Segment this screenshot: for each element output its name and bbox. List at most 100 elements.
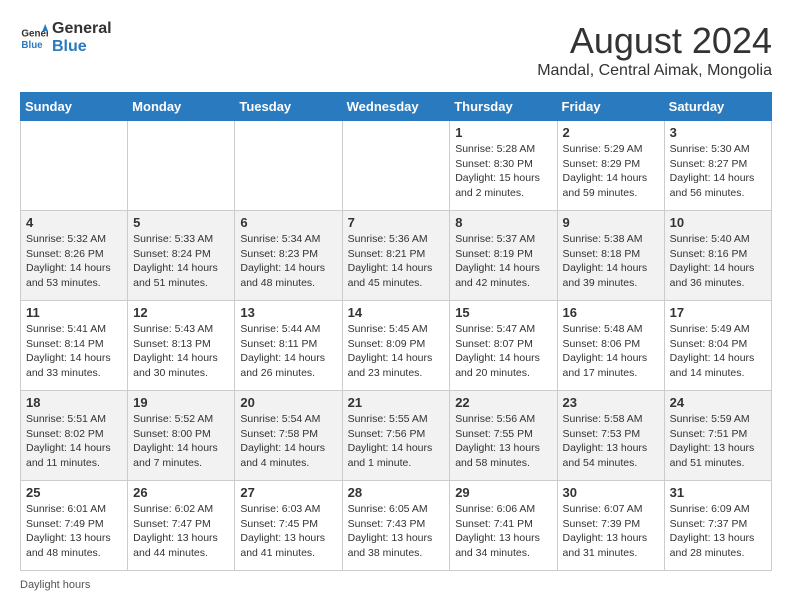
calendar-cell: 28 Sunrise: 6:05 AMSunset: 7:43 PMDayligh… <box>342 481 450 571</box>
calendar-cell: 17 Sunrise: 5:49 AMSunset: 8:04 PMDayligh… <box>664 301 771 391</box>
calendar-cell: 15 Sunrise: 5:47 AMSunset: 8:07 PMDayligh… <box>450 301 557 391</box>
day-number: 17 <box>670 305 766 320</box>
calendar-week-row: 4Sunrise: 5:32 AMSunset: 8:26 PMDaylight… <box>21 211 772 301</box>
calendar-cell: 19Sunrise: 5:52 AMSunset: 8:00 PMDayligh… <box>128 391 235 481</box>
day-info: Sunrise: 5:51 AMSunset: 8:02 PMDaylight:… <box>26 412 122 471</box>
day-info: Sunrise: 6:06 AMSunset: 7:41 PMDaylight:… <box>455 502 551 561</box>
logo-general: General <box>52 20 112 38</box>
calendar-cell: 5Sunrise: 5:33 AMSunset: 8:24 PMDaylight… <box>128 211 235 301</box>
calendar-cell: 9 Sunrise: 5:38 AMSunset: 8:18 PMDaylight… <box>557 211 664 301</box>
day-number: 21 <box>348 395 445 410</box>
calendar-cell: 4Sunrise: 5:32 AMSunset: 8:26 PMDaylight… <box>21 211 128 301</box>
day-info: Sunrise: 5:59 AMSunset: 7:51 PMDaylight:… <box>670 412 766 471</box>
calendar-cell: 13 Sunrise: 5:44 AMSunset: 8:11 PMDayligh… <box>235 301 342 391</box>
day-info: Sunrise: 6:09 AMSunset: 7:37 PMDaylight:… <box>670 502 766 561</box>
day-number: 8 <box>455 215 551 230</box>
calendar-cell: 2 Sunrise: 5:29 AMSunset: 8:29 PMDaylight… <box>557 121 664 211</box>
day-number: 29 <box>455 485 551 500</box>
day-number: 26 <box>133 485 229 500</box>
calendar-cell: 26Sunrise: 6:02 AMSunset: 7:47 PMDayligh… <box>128 481 235 571</box>
calendar-day-header: Sunday <box>21 93 128 121</box>
footer-label: Daylight hours <box>20 579 90 591</box>
calendar-cell: 22Sunrise: 5:56 AMSunset: 7:55 PMDayligh… <box>450 391 557 481</box>
logo-blue: Blue <box>52 38 112 56</box>
day-number: 13 <box>240 305 336 320</box>
calendar-cell: 10 Sunrise: 5:40 AMSunset: 8:16 PMDayligh… <box>664 211 771 301</box>
main-title: August 2024 <box>537 20 772 62</box>
day-number: 1 <box>455 125 551 140</box>
calendar-cell: 24 Sunrise: 5:59 AMSunset: 7:51 PMDayligh… <box>664 391 771 481</box>
day-info: Sunrise: 5:58 AMSunset: 7:53 PMDaylight:… <box>563 412 659 471</box>
day-number: 2 <box>563 125 659 140</box>
day-number: 3 <box>670 125 766 140</box>
day-number: 16 <box>563 305 659 320</box>
day-number: 4 <box>26 215 122 230</box>
calendar-cell <box>342 121 450 211</box>
day-number: 14 <box>348 305 445 320</box>
day-number: 11 <box>26 305 122 320</box>
day-number: 15 <box>455 305 551 320</box>
day-number: 10 <box>670 215 766 230</box>
calendar-week-row: 18 Sunrise: 5:51 AMSunset: 8:02 PMDayligh… <box>21 391 772 481</box>
header: General Blue General Blue August 2024 Ma… <box>20 20 772 80</box>
day-info: Sunrise: 6:05 AMSunset: 7:43 PMDaylight:… <box>348 502 445 561</box>
logo: General Blue General Blue <box>20 20 112 55</box>
calendar-cell: 20 Sunrise: 5:54 AMSunset: 7:58 PMDayligh… <box>235 391 342 481</box>
day-number: 18 <box>26 395 122 410</box>
day-info: Sunrise: 5:41 AMSunset: 8:14 PMDaylight:… <box>26 322 122 381</box>
day-number: 28 <box>348 485 445 500</box>
day-number: 5 <box>133 215 229 230</box>
day-info: Sunrise: 5:55 AMSunset: 7:56 PMDaylight:… <box>348 412 445 471</box>
day-number: 12 <box>133 305 229 320</box>
calendar-cell: 14Sunrise: 5:45 AMSunset: 8:09 PMDayligh… <box>342 301 450 391</box>
day-info: Sunrise: 5:44 AMSunset: 8:11 PMDaylight:… <box>240 322 336 381</box>
calendar-cell: 25Sunrise: 6:01 AMSunset: 7:49 PMDayligh… <box>21 481 128 571</box>
day-number: 19 <box>133 395 229 410</box>
day-info: Sunrise: 5:43 AMSunset: 8:13 PMDaylight:… <box>133 322 229 381</box>
calendar-cell: 11 Sunrise: 5:41 AMSunset: 8:14 PMDayligh… <box>21 301 128 391</box>
day-number: 31 <box>670 485 766 500</box>
footer: Daylight hours <box>20 579 772 591</box>
calendar-cell: 21 Sunrise: 5:55 AMSunset: 7:56 PMDayligh… <box>342 391 450 481</box>
day-info: Sunrise: 5:29 AMSunset: 8:29 PMDaylight:… <box>563 142 659 201</box>
day-number: 23 <box>563 395 659 410</box>
day-info: Sunrise: 5:34 AMSunset: 8:23 PMDaylight:… <box>240 232 336 291</box>
day-info: Sunrise: 6:03 AMSunset: 7:45 PMDaylight:… <box>240 502 336 561</box>
day-info: Sunrise: 5:37 AMSunset: 8:19 PMDaylight:… <box>455 232 551 291</box>
day-info: Sunrise: 5:36 AMSunset: 8:21 PMDaylight:… <box>348 232 445 291</box>
day-info: Sunrise: 5:48 AMSunset: 8:06 PMDaylight:… <box>563 322 659 381</box>
day-number: 20 <box>240 395 336 410</box>
calendar-cell: 18 Sunrise: 5:51 AMSunset: 8:02 PMDayligh… <box>21 391 128 481</box>
svg-text:Blue: Blue <box>21 39 43 50</box>
day-info: Sunrise: 5:54 AMSunset: 7:58 PMDaylight:… <box>240 412 336 471</box>
calendar-day-header: Saturday <box>664 93 771 121</box>
subtitle: Mandal, Central Aimak, Mongolia <box>537 62 772 80</box>
day-info: Sunrise: 5:49 AMSunset: 8:04 PMDaylight:… <box>670 322 766 381</box>
day-number: 9 <box>563 215 659 230</box>
day-info: Sunrise: 5:56 AMSunset: 7:55 PMDaylight:… <box>455 412 551 471</box>
day-info: Sunrise: 5:47 AMSunset: 8:07 PMDaylight:… <box>455 322 551 381</box>
day-info: Sunrise: 5:40 AMSunset: 8:16 PMDaylight:… <box>670 232 766 291</box>
calendar-cell: 6 Sunrise: 5:34 AMSunset: 8:23 PMDaylight… <box>235 211 342 301</box>
calendar-day-header: Wednesday <box>342 93 450 121</box>
day-number: 6 <box>240 215 336 230</box>
calendar-header-row: SundayMondayTuesdayWednesdayThursdayFrid… <box>21 93 772 121</box>
day-info: Sunrise: 5:38 AMSunset: 8:18 PMDaylight:… <box>563 232 659 291</box>
calendar-cell <box>21 121 128 211</box>
calendar-cell: 31 Sunrise: 6:09 AMSunset: 7:37 PMDayligh… <box>664 481 771 571</box>
day-info: Sunrise: 6:07 AMSunset: 7:39 PMDaylight:… <box>563 502 659 561</box>
calendar-cell: 23 Sunrise: 5:58 AMSunset: 7:53 PMDayligh… <box>557 391 664 481</box>
day-info: Sunrise: 5:28 AMSunset: 8:30 PMDaylight:… <box>455 142 551 201</box>
calendar-cell: 27Sunrise: 6:03 AMSunset: 7:45 PMDayligh… <box>235 481 342 571</box>
calendar-week-row: 1 Sunrise: 5:28 AMSunset: 8:30 PMDaylight… <box>21 121 772 211</box>
day-number: 24 <box>670 395 766 410</box>
calendar-week-row: 25Sunrise: 6:01 AMSunset: 7:49 PMDayligh… <box>21 481 772 571</box>
calendar-day-header: Thursday <box>450 93 557 121</box>
calendar-cell: 1 Sunrise: 5:28 AMSunset: 8:30 PMDaylight… <box>450 121 557 211</box>
day-number: 30 <box>563 485 659 500</box>
calendar-cell: 16 Sunrise: 5:48 AMSunset: 8:06 PMDayligh… <box>557 301 664 391</box>
calendar-week-row: 11 Sunrise: 5:41 AMSunset: 8:14 PMDayligh… <box>21 301 772 391</box>
title-area: August 2024 Mandal, Central Aimak, Mongo… <box>537 20 772 80</box>
calendar-cell: 8 Sunrise: 5:37 AMSunset: 8:19 PMDaylight… <box>450 211 557 301</box>
calendar-cell: 3Sunrise: 5:30 AMSunset: 8:27 PMDaylight… <box>664 121 771 211</box>
